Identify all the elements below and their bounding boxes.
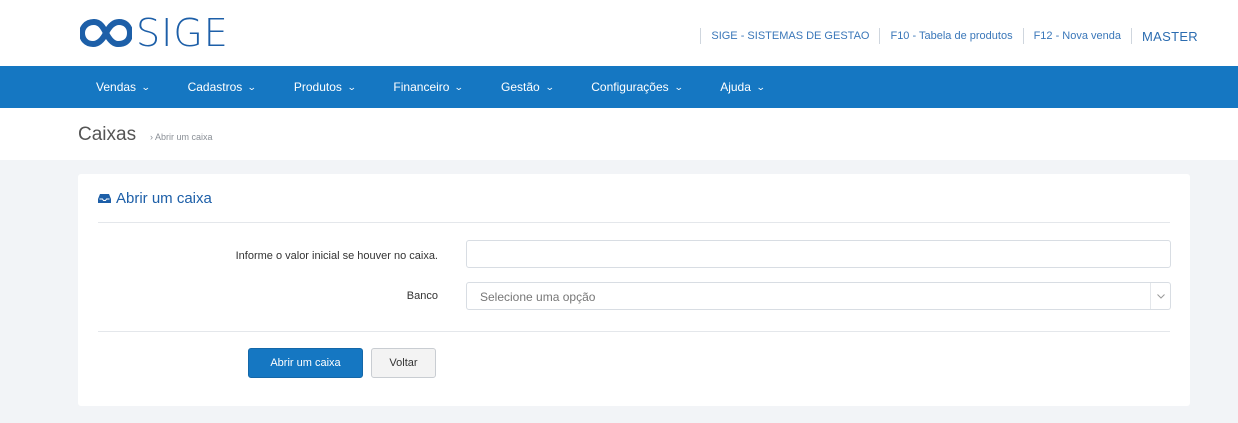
nav-item-label: Configurações xyxy=(591,80,669,94)
chevron-down-icon: ⌄ xyxy=(755,81,766,92)
chevron-down-icon: ⌄ xyxy=(247,81,257,92)
breadcrumb: Caixas › Abrir um caixa xyxy=(0,108,1238,160)
new-sale-link[interactable]: F12 - Nova venda xyxy=(1034,30,1121,42)
divider xyxy=(98,331,1170,332)
nav-item-label: Vendas xyxy=(96,80,137,94)
open-cash-button[interactable]: Abrir um caixa xyxy=(248,348,363,378)
chevron-down-icon: ⌄ xyxy=(346,81,357,92)
nav-item-configuracoes[interactable]: Configurações ⌄ xyxy=(591,80,684,94)
main-nav: Vendas ⌄ Cadastros ⌄ Produtos ⌄ Financei… xyxy=(0,66,1238,108)
divider xyxy=(98,222,1170,223)
logo-text: SIGE xyxy=(136,11,229,55)
breadcrumb-separator: › xyxy=(150,132,153,142)
panel-title: Abrir um caixa xyxy=(98,190,212,207)
nav-item-label: Gestão xyxy=(501,80,540,94)
nav-item-label: Cadastros xyxy=(187,80,243,94)
nav-item-produtos[interactable]: Produtos ⌄ xyxy=(293,80,357,94)
panel-title-text: Abrir um caixa xyxy=(116,190,212,207)
breadcrumb-current-label: Abrir um caixa xyxy=(155,132,213,142)
nav-item-cadastros[interactable]: Cadastros ⌄ xyxy=(187,80,257,94)
nav-item-label: Produtos xyxy=(293,80,342,94)
nav-item-gestao[interactable]: Gestão ⌄ xyxy=(501,80,555,94)
divider xyxy=(1131,28,1133,44)
nav-item-ajuda[interactable]: Ajuda ⌄ xyxy=(720,80,766,94)
nav-item-label: Financeiro xyxy=(393,80,450,94)
divider xyxy=(879,28,881,44)
bank-select[interactable]: Selecione uma opção xyxy=(466,282,1171,310)
company-link[interactable]: SIGE - SISTEMAS DE GESTAO xyxy=(711,30,869,42)
initial-value-label: Informe o valor inicial se houver no cai… xyxy=(235,250,438,262)
chevron-down-icon: ⌄ xyxy=(454,81,465,92)
inbox-icon xyxy=(98,194,111,203)
open-cash-panel: Abrir um caixa Informe o valor inicial s… xyxy=(78,174,1190,406)
breadcrumb-current: › Abrir um caixa xyxy=(150,132,213,142)
chevron-down-icon: ⌄ xyxy=(673,81,684,92)
bank-label: Banco xyxy=(406,290,438,302)
divider xyxy=(700,28,702,44)
chevron-down-icon: ⌄ xyxy=(544,81,555,92)
nav-item-financeiro[interactable]: Financeiro ⌄ xyxy=(393,80,465,94)
user-menu[interactable]: MASTER xyxy=(1142,29,1198,44)
nav-item-vendas[interactable]: Vendas ⌄ xyxy=(96,80,151,94)
brand-logo[interactable]: SIGE xyxy=(80,14,229,52)
back-button[interactable]: Voltar xyxy=(371,348,436,378)
chevron-down-icon: ⌄ xyxy=(140,81,151,92)
infinity-logo-icon xyxy=(80,18,132,48)
top-header: SIGE SIGE - SISTEMAS DE GESTAO F10 - Tab… xyxy=(0,0,1238,66)
divider xyxy=(1022,28,1024,44)
products-table-link[interactable]: F10 - Tabela de produtos xyxy=(890,30,1012,42)
page-title: Caixas xyxy=(78,124,137,145)
top-links: SIGE - SISTEMAS DE GESTAO F10 - Tabela d… xyxy=(690,28,1198,44)
chevron-down-icon xyxy=(1150,283,1170,309)
initial-value-input[interactable] xyxy=(466,240,1171,268)
nav-item-label: Ajuda xyxy=(720,80,751,94)
bank-select-placeholder: Selecione uma opção xyxy=(480,290,596,304)
